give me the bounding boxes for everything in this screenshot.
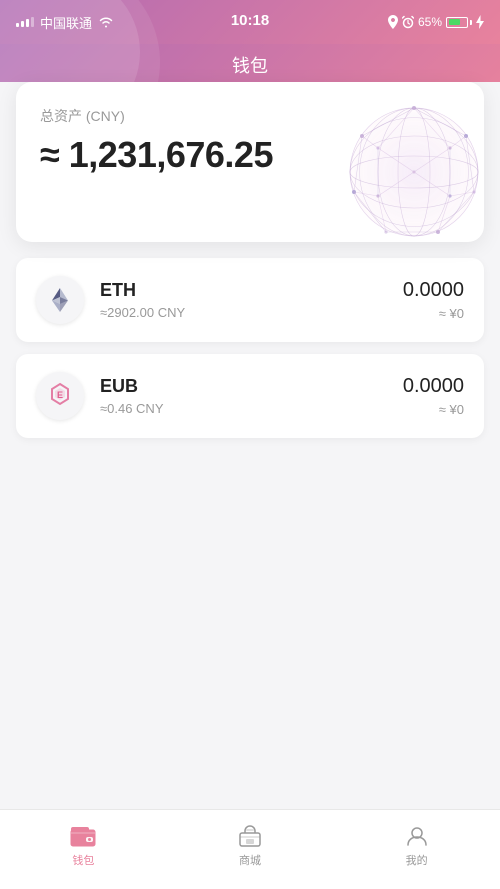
coin-item-eub[interactable]: E EUB ≈0.46 CNY 0.0000 ≈ ¥0 bbox=[16, 354, 484, 438]
profile-nav-icon bbox=[403, 824, 431, 848]
alarm-icon bbox=[402, 15, 414, 29]
eth-balance: 0.0000 ≈ ¥0 bbox=[403, 279, 464, 321]
eth-icon bbox=[46, 286, 74, 314]
status-right: 65% bbox=[388, 15, 484, 29]
battery-percent: 65% bbox=[418, 15, 442, 29]
shop-nav-icon bbox=[236, 824, 264, 848]
svg-text:E: E bbox=[57, 390, 63, 400]
profile-nav-label: 我的 bbox=[406, 852, 428, 868]
eub-icon: E bbox=[46, 382, 74, 410]
wallet-nav-icon bbox=[69, 824, 97, 848]
eub-info: EUB ≈0.46 CNY bbox=[100, 376, 403, 416]
wallet-nav-label: 钱包 bbox=[72, 852, 94, 868]
nav-item-profile[interactable]: 我的 bbox=[333, 824, 500, 876]
eth-symbol: ETH bbox=[100, 280, 403, 301]
coin-item-eth[interactable]: ETH ≈2902.00 CNY 0.0000 ≈ ¥0 bbox=[16, 258, 484, 342]
sphere-decoration bbox=[334, 92, 484, 242]
battery-icon bbox=[446, 17, 472, 28]
coin-list: ETH ≈2902.00 CNY 0.0000 ≈ ¥0 E EUB ≈0.46 bbox=[16, 258, 484, 438]
location-icon bbox=[388, 15, 398, 29]
eth-info: ETH ≈2902.00 CNY bbox=[100, 280, 403, 320]
charging-icon bbox=[476, 15, 484, 29]
shop-nav-label: 商城 bbox=[239, 852, 261, 868]
eth-icon-container bbox=[36, 276, 84, 324]
eub-balance: 0.0000 ≈ ¥0 bbox=[403, 375, 464, 417]
main-content: 总资产 (CNY) ≈ 1,231,676.25 bbox=[0, 82, 500, 438]
eth-amount: 0.0000 bbox=[403, 279, 464, 302]
eub-symbol: EUB bbox=[100, 376, 403, 397]
eth-cny: ≈ ¥0 bbox=[403, 306, 464, 321]
asset-card: 总资产 (CNY) ≈ 1,231,676.25 bbox=[16, 82, 484, 242]
bottom-nav: 钱包 商城 我的 bbox=[0, 809, 500, 889]
eth-price: ≈2902.00 CNY bbox=[100, 305, 403, 320]
eub-amount: 0.0000 bbox=[403, 375, 464, 398]
nav-item-shop[interactable]: 商城 bbox=[167, 824, 334, 876]
status-time: 10:18 bbox=[231, 12, 269, 29]
nav-item-wallet[interactable]: 钱包 bbox=[0, 824, 167, 876]
eub-price: ≈0.46 CNY bbox=[100, 401, 403, 416]
page-title: 钱包 bbox=[232, 56, 268, 76]
eub-cny: ≈ ¥0 bbox=[403, 402, 464, 417]
eub-icon-container: E bbox=[36, 372, 84, 420]
